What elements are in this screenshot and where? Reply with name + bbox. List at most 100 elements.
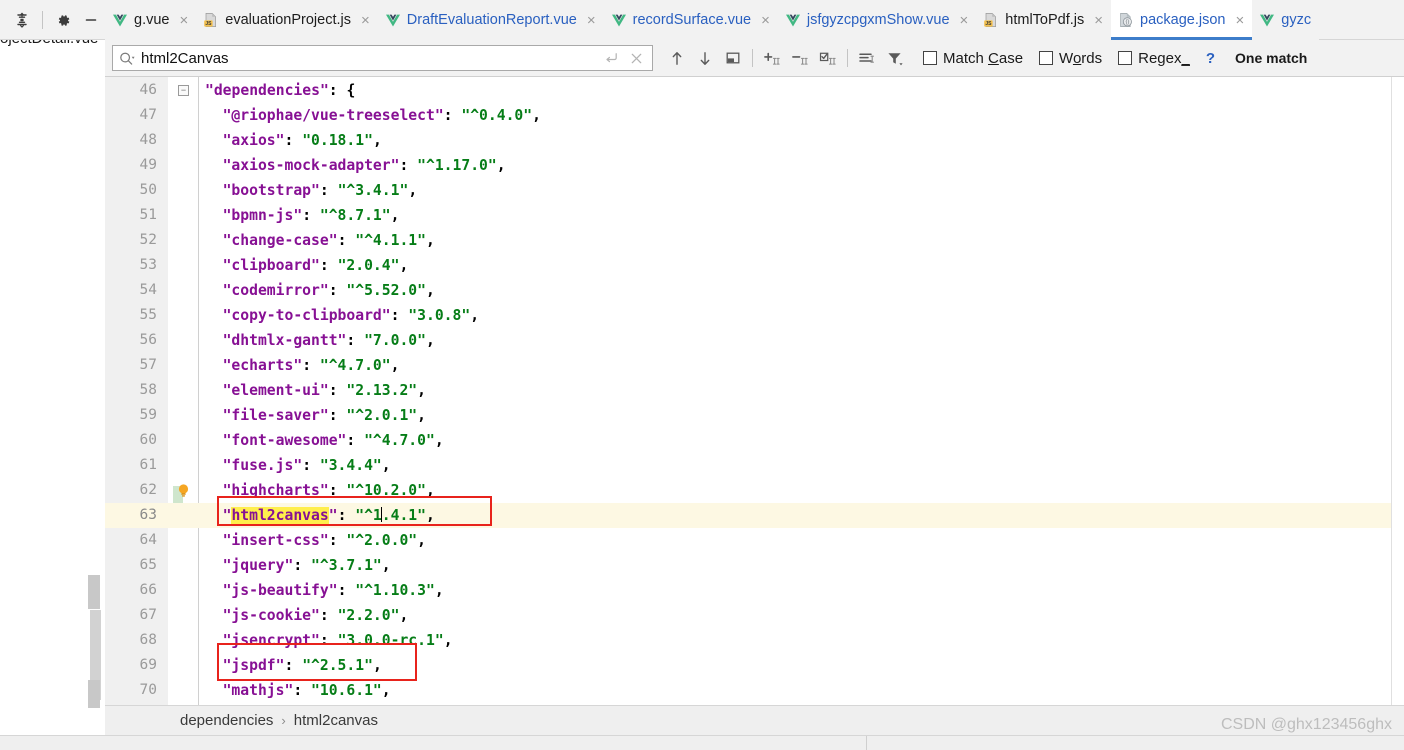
code-text[interactable]: "dhtmlx-gantt": "7.0.0", (223, 328, 435, 353)
search-dropdown-icon[interactable] (119, 51, 136, 66)
tab-g-vue[interactable]: g.vue × (105, 0, 197, 40)
tab-gyzc[interactable]: gyzc (1252, 0, 1320, 40)
checkbox-regex[interactable]: Regex_ (1118, 50, 1190, 67)
code-text[interactable]: "highcharts": "^10.2.0", (223, 478, 435, 503)
code-line[interactable]: 70 "mathjs": "10.6.1", (105, 678, 1404, 703)
code-text[interactable]: "jsencrypt": "3.0.0-rc.1", (223, 628, 453, 653)
regex-checkbox[interactable] (1118, 51, 1133, 65)
tab-recordsurface-vue[interactable]: recordSurface.vue × (603, 0, 778, 40)
remove-occurrence-icon[interactable] (786, 44, 814, 72)
code-text[interactable]: "bootstrap": "^3.4.1", (223, 178, 418, 203)
add-occurrence-icon[interactable] (758, 44, 786, 72)
filter-icon[interactable] (881, 44, 909, 72)
tab-htmltopdf-js[interactable]: JS htmlToPdf.js × (976, 0, 1112, 40)
find-help-icon[interactable]: ? (1206, 50, 1215, 67)
code-text[interactable]: "insert-css": "^2.0.0", (223, 528, 426, 553)
tab-evaluationproject-js[interactable]: JS evaluationProject.js × (196, 0, 378, 40)
code-text[interactable]: "jspdf": "^2.5.1", (223, 653, 382, 678)
code-line[interactable]: 66 "js-beautify": "^1.10.3", (105, 578, 1404, 603)
code-line[interactable]: 47 "@riophae/vue-treeselect": "^0.4.0", (105, 103, 1404, 128)
code-text[interactable]: "js-cookie": "2.2.0", (223, 603, 409, 628)
find-previous-icon[interactable] (663, 44, 691, 72)
code-text[interactable]: "js-beautify": "^1.10.3", (223, 578, 444, 603)
code-text[interactable]: "change-case": "^4.1.1", (223, 228, 435, 253)
code-text[interactable]: "copy-to-clipboard": "3.0.8", (223, 303, 479, 328)
tab-close-icon[interactable]: × (761, 13, 770, 28)
tab-close-icon[interactable]: × (587, 13, 596, 28)
code-line[interactable]: 65 "jquery": "^3.7.1", (105, 553, 1404, 578)
code-line[interactable]: 59 "file-saver": "^2.0.1", (105, 403, 1404, 428)
tab-close-icon[interactable]: × (1235, 13, 1244, 28)
code-line[interactable]: 64 "insert-css": "^2.0.0", (105, 528, 1404, 553)
open-in-find-window-icon[interactable] (719, 44, 747, 72)
tab-close-icon[interactable]: × (179, 13, 188, 28)
code-text[interactable]: "echarts": "^4.7.0", (223, 353, 400, 378)
code-line[interactable]: 53 "clipboard": "2.0.4", (105, 253, 1404, 278)
search-input[interactable]: html2Canvas (112, 45, 653, 71)
tab-close-icon[interactable]: × (361, 13, 370, 28)
select-all-occurrences-icon[interactable] (814, 44, 842, 72)
code-text[interactable]: "axios-mock-adapter": "^1.17.0", (223, 153, 506, 178)
in-selection-icon[interactable] (853, 44, 881, 72)
breadcrumb-item-dependencies[interactable]: dependencies (180, 712, 273, 729)
checkbox-match-case[interactable]: Match Case (923, 50, 1023, 67)
gear-icon[interactable] (49, 6, 77, 34)
checkbox-words[interactable]: Words (1039, 50, 1102, 67)
code-line[interactable]: 48 "axios": "0.18.1", (105, 128, 1404, 153)
code-token: : (284, 132, 303, 149)
code-token: , (417, 382, 426, 399)
editor-vertical-scrollbar[interactable] (1391, 77, 1404, 705)
code-line[interactable]: 56 "dhtmlx-gantt": "7.0.0", (105, 328, 1404, 353)
code-editor[interactable]: −46 "dependencies": {47 "@riophae/vue-tree… (105, 77, 1404, 705)
code-line[interactable]: 46 "dependencies": { (105, 78, 1404, 103)
code-line[interactable]: 69 "jspdf": "^2.5.1", (105, 653, 1404, 678)
search-input-value[interactable]: html2Canvas (141, 51, 596, 66)
code-text[interactable]: "html2canvas": "^1.4.1", (223, 503, 435, 528)
code-text[interactable]: "jquery": "^3.7.1", (223, 553, 391, 578)
code-token: , (426, 482, 435, 499)
code-line[interactable]: 51 "bpmn-js": "^8.7.1", (105, 203, 1404, 228)
code-line[interactable]: 68 "jsencrypt": "3.0.0-rc.1", (105, 628, 1404, 653)
code-token: , (434, 432, 444, 449)
code-line[interactable]: 50 "bootstrap": "^3.4.1", (105, 178, 1404, 203)
code-text[interactable]: "mathjs": "10.6.1", (223, 678, 391, 703)
tab-close-icon[interactable]: × (960, 13, 969, 28)
code-line[interactable]: 58 "element-ui": "2.13.2", (105, 378, 1404, 403)
tab-close-icon[interactable]: × (1094, 13, 1103, 28)
code-line[interactable]: 63 "html2canvas": "^1.4.1", (105, 503, 1404, 528)
code-line[interactable]: 55 "copy-to-clipboard": "3.0.8", (105, 303, 1404, 328)
find-next-icon[interactable] (691, 44, 719, 72)
words-checkbox[interactable] (1039, 51, 1054, 65)
code-text[interactable]: "element-ui": "2.13.2", (223, 378, 426, 403)
code-line[interactable]: 54 "codemirror": "^5.52.0", (105, 278, 1404, 303)
vue-icon (112, 12, 128, 28)
match-case-checkbox[interactable] (923, 51, 937, 65)
line-number: 52 (139, 232, 157, 248)
tab-package-json[interactable]: {} package.json × (1111, 0, 1253, 40)
code-text[interactable]: "bpmn-js": "^8.7.1", (223, 203, 400, 228)
code-line[interactable]: 49 "axios-mock-adapter": "^1.17.0", (105, 153, 1404, 178)
clear-icon[interactable] (626, 44, 646, 72)
multiline-icon[interactable] (601, 44, 621, 72)
code-text[interactable]: "codemirror": "^5.52.0", (223, 278, 435, 303)
tab-draftevaluationreport-vue[interactable]: DraftEvaluationReport.vue × (377, 0, 604, 40)
collapse-all-icon[interactable] (8, 6, 36, 34)
minimize-icon[interactable] (77, 6, 105, 34)
tab-jsfgyzcpgxmshow-vue[interactable]: jsfgyzcpgxmShow.vue × (777, 0, 977, 40)
code-line[interactable]: 67 "js-cookie": "2.2.0", (105, 603, 1404, 628)
breadcrumb-item-html2canvas[interactable]: html2canvas (294, 712, 378, 729)
code-line[interactable]: 62 "highcharts": "^10.2.0", (105, 478, 1404, 503)
code-text[interactable]: "axios": "0.18.1", (223, 128, 382, 153)
code-text[interactable]: "dependencies": { (205, 78, 355, 103)
code-line[interactable]: 57 "echarts": "^4.7.0", (105, 353, 1404, 378)
code-text[interactable]: "font-awesome": "^4.7.0", (223, 428, 444, 453)
code-text[interactable]: "@riophae/vue-treeselect": "^0.4.0", (223, 103, 541, 128)
code-lines[interactable]: −46 "dependencies": {47 "@riophae/vue-tree… (105, 77, 1404, 705)
code-text[interactable]: "fuse.js": "3.4.4", (223, 453, 391, 478)
code-text[interactable]: "clipboard": "2.0.4", (223, 253, 409, 278)
code-token: "3.0.8" (408, 307, 471, 324)
code-text[interactable]: "file-saver": "^2.0.1", (223, 403, 426, 428)
code-line[interactable]: 52 "change-case": "^4.1.1", (105, 228, 1404, 253)
code-line[interactable]: 60 "font-awesome": "^4.7.0", (105, 428, 1404, 453)
code-line[interactable]: 61 "fuse.js": "3.4.4", (105, 453, 1404, 478)
